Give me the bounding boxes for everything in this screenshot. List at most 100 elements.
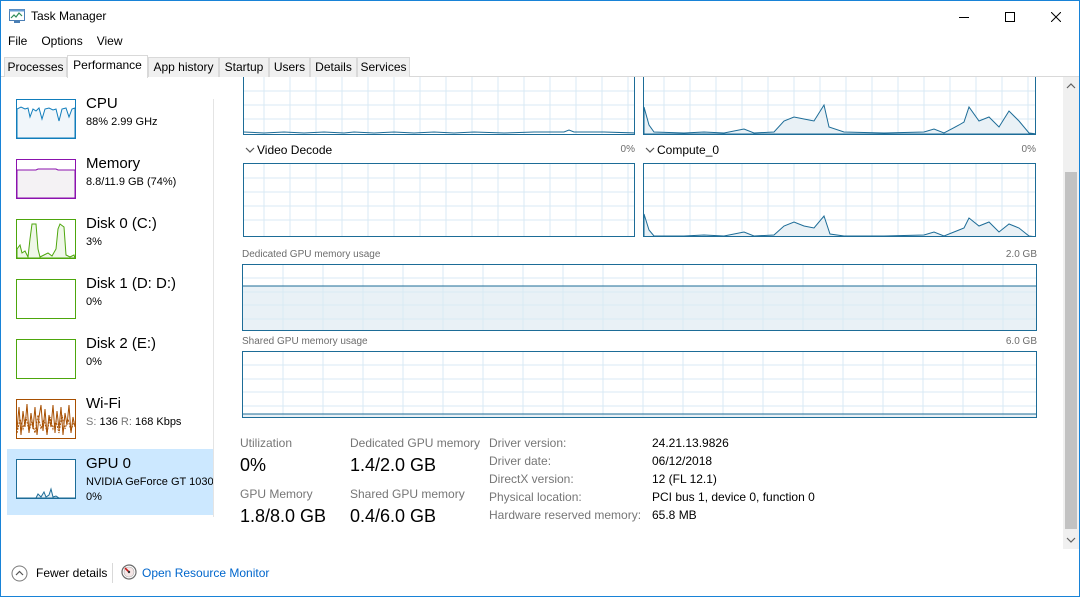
menu-file[interactable]: File: [1, 32, 34, 52]
open-resource-monitor-link[interactable]: Open Resource Monitor: [142, 566, 269, 580]
menu-bar: File Options View: [1, 32, 1079, 52]
sidebar-disk-0-sub: 3%: [86, 236, 102, 248]
gpu-0-thumbnail-graph: [16, 459, 76, 499]
main-scrollbar[interactable]: [1063, 77, 1079, 549]
dedicated-memory-max: 2.0 GB: [1005, 249, 1037, 260]
shared-gpu-memory-value: 0.4/6.0 GB: [350, 506, 437, 526]
shared-memory-caption: Shared GPU memory usage: [242, 336, 368, 347]
title-bar: Task Manager: [1, 1, 1079, 32]
shared-memory-graph-plot: [243, 352, 1036, 417]
sidebar-item-wifi[interactable]: Wi-Fi S: 136 R: 168 Kbps: [7, 389, 213, 451]
dedicated-memory-graph: [242, 264, 1037, 331]
shared-gpu-memory-label: Shared GPU memory: [350, 487, 465, 501]
directx-version-value: 12 (FL 12.1): [652, 472, 717, 486]
compute-0-value: 0%: [1021, 144, 1036, 155]
sidebar-disk-2-sub: 0%: [86, 356, 102, 368]
wifi-send-value: 136: [99, 416, 118, 428]
compute-0-chevron-icon[interactable]: [645, 145, 655, 155]
scroll-up-arrow-icon[interactable]: [1066, 81, 1076, 91]
footer-separator: [112, 563, 113, 583]
fewer-details-link[interactable]: Fewer details: [36, 566, 107, 580]
sidebar-disk-0-title: Disk 0 (C:): [86, 215, 157, 232]
tab-users[interactable]: Users: [269, 57, 310, 77]
shared-memory-graph: [242, 351, 1037, 418]
dedicated-memory-caption: Dedicated GPU memory usage: [242, 249, 381, 260]
sidebar-gpu-0-sub: NVIDIA GeForce GT 1030: [86, 476, 214, 488]
wifi-send-prefix: S:: [86, 416, 97, 428]
compute-0-graph: [643, 163, 1036, 237]
physical-location-label: Physical location:: [489, 490, 582, 504]
dedicated-gpu-memory-label: Dedicated GPU memory: [350, 436, 481, 450]
video-decode-label[interactable]: Video Decode: [257, 143, 332, 157]
close-button[interactable]: [1033, 1, 1079, 32]
disk-1-thumbnail-graph: [16, 279, 76, 319]
sidebar-item-memory[interactable]: Memory 8.8/11.9 GB (74%): [7, 149, 213, 211]
driver-date-label: Driver date:: [489, 454, 552, 468]
sidebar-item-disk-0[interactable]: Disk 0 (C:) 3%: [7, 209, 213, 271]
sidebar-memory-sub: 8.8/11.9 GB (74%): [86, 176, 177, 188]
tab-processes[interactable]: Processes: [4, 57, 67, 77]
sidebar-item-disk-1[interactable]: Disk 1 (D: D:) 0%: [7, 269, 213, 331]
utilization-label: Utilization: [240, 436, 293, 450]
video-decode-chevron-icon[interactable]: [245, 145, 255, 155]
sidebar-memory-title: Memory: [86, 155, 141, 172]
menu-options[interactable]: Options: [34, 32, 89, 52]
disk-0-thumbnail-graph: [16, 219, 76, 259]
tab-details[interactable]: Details: [310, 57, 357, 77]
gpu-memory-value: 1.8/8.0 GB: [240, 506, 327, 526]
directx-version-label: DirectX version:: [489, 472, 574, 486]
engine-graph-top-right-plot: [644, 77, 1035, 134]
sidebar-disk-1-sub: 0%: [86, 296, 102, 308]
sidebar-cpu-sub: 88% 2.99 GHz: [86, 116, 158, 128]
sidebar-item-cpu[interactable]: CPU 88% 2.99 GHz: [7, 89, 213, 151]
memory-thumbnail-graph: [16, 159, 76, 199]
scrollbar-thumb[interactable]: [1065, 172, 1077, 529]
video-decode-graph: [243, 163, 635, 237]
tab-startup[interactable]: Startup: [219, 57, 269, 77]
driver-version-label: Driver version:: [489, 436, 567, 450]
maximize-button[interactable]: [987, 1, 1033, 32]
menu-view[interactable]: View: [90, 32, 130, 52]
gpu-memory-label: GPU Memory: [240, 487, 313, 501]
wifi-receive-prefix: R:: [120, 416, 132, 428]
engine-graph-top-left-plot: [244, 77, 634, 134]
sidebar-disk-1-title: Disk 1 (D: D:): [86, 275, 176, 292]
tab-app-history[interactable]: App history: [148, 57, 219, 77]
utilization-value: 0%: [240, 455, 267, 475]
minimize-button[interactable]: [941, 1, 987, 32]
driver-date-value: 06/12/2018: [652, 454, 713, 468]
hardware-reserved-memory-value: 65.8 MB: [652, 508, 697, 522]
tab-performance[interactable]: Performance: [67, 55, 148, 78]
sidebar-wifi-title: Wi-Fi: [86, 395, 121, 412]
compute-0-graph-plot: [644, 164, 1035, 236]
sidebar-disk-2-title: Disk 2 (E:): [86, 335, 157, 352]
window-title: Task Manager: [31, 9, 107, 23]
dedicated-memory-graph-plot: [243, 265, 1036, 330]
shared-memory-max: 6.0 GB: [1005, 336, 1037, 347]
sidebar-gpu-0-sub2: 0%: [86, 491, 102, 503]
sidebar-item-gpu-0[interactable]: GPU 0 NVIDIA GeForce GT 1030 0%: [7, 449, 214, 515]
sidebar-gpu-0-title: GPU 0: [86, 455, 132, 472]
wifi-thumbnail-graph: [16, 399, 76, 439]
scroll-down-arrow-icon[interactable]: [1066, 535, 1076, 545]
tab-bar: Processes Performance App history Startu…: [1, 55, 1079, 78]
physical-location-value: PCI bus 1, device 0, function 0: [652, 490, 815, 504]
performance-sidebar: CPU 88% 2.99 GHz Memory 8.8/11.9 GB (74%…: [1, 89, 214, 549]
video-decode-value: 0%: [620, 144, 635, 155]
gpu-detail-pane: Video Decode 0% Compute_0 0% Dedicated G…: [215, 77, 1063, 549]
disk-2-thumbnail-graph: [16, 339, 76, 379]
wifi-receive-value: 168 Kbps: [134, 416, 182, 428]
sidebar-wifi-sub: S: 136 R: 168 Kbps: [86, 416, 214, 428]
dedicated-gpu-memory-value: 1.4/2.0 GB: [350, 455, 437, 475]
resource-monitor-icon: [121, 564, 137, 580]
sidebar-item-disk-2[interactable]: Disk 2 (E:) 0%: [7, 329, 213, 391]
maximize-icon: [1005, 11, 1015, 22]
tab-services[interactable]: Services: [357, 57, 410, 77]
sidebar-divider: [213, 99, 214, 517]
driver-version-value: 24.21.13.9826: [652, 436, 729, 450]
compute-0-label[interactable]: Compute_0: [657, 143, 719, 157]
sidebar-cpu-title: CPU: [86, 95, 118, 112]
hardware-reserved-memory-label: Hardware reserved memory:: [489, 508, 642, 522]
engine-graph-top-left: [243, 77, 635, 135]
chevron-up-circle-icon[interactable]: [11, 565, 28, 582]
